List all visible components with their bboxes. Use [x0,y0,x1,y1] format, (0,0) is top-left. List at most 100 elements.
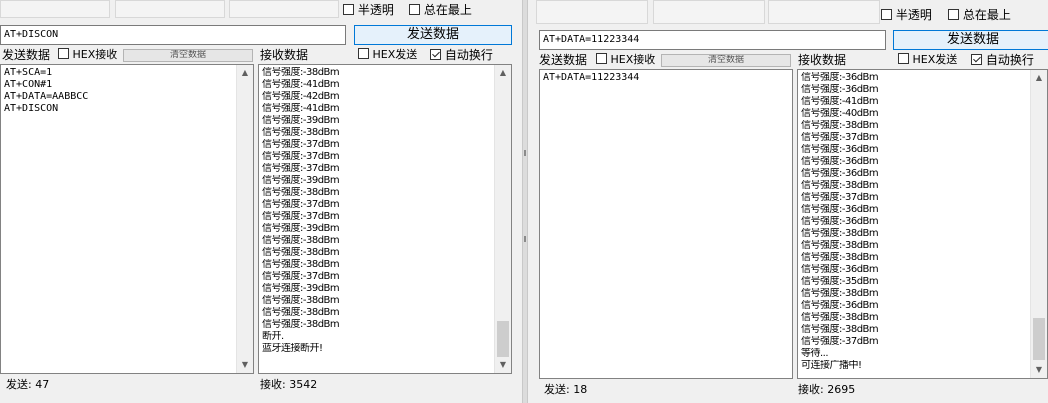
recv-log-line: 等待... [801,348,829,359]
hex-send-checkbox[interactable] [898,53,909,64]
scroll-thumb[interactable] [497,321,509,357]
recv-log-line: 信号强度:-37dBm [801,192,879,203]
scroll-up-icon[interactable]: ▲ [1031,70,1047,86]
recv-log-line: 信号强度:-36dBm [801,204,879,215]
translucent-checkbox[interactable] [881,9,892,20]
scroll-up-icon[interactable]: ▲ [237,65,253,81]
recv-log-line: 信号强度:-38dBm [262,259,340,270]
recv-log-line: 信号强度:-38dBm [801,312,879,323]
recv-log-line: 信号强度:-36dBm [801,156,879,167]
send-input[interactable]: AT+DISCON [0,25,346,45]
scroll-thumb[interactable] [1033,318,1045,360]
recv-log-box[interactable]: 信号强度:-36dBm 信号强度:-36dBm 信号强度:-41dBm 信号强度:-4… [797,69,1048,379]
hex-send-option[interactable]: HEX发送 [358,48,417,62]
recv-log-line: 信号强度:-39dBm [262,175,340,186]
recv-log-line: 蓝牙连接断开! [262,343,323,354]
auto-wrap-option[interactable]: 自动换行 [430,48,493,62]
recv-log-line: 信号强度:-41dBm [262,79,340,90]
hex-send-label: HEX发送 [912,53,958,66]
hex-send-checkbox[interactable] [358,48,369,59]
auto-wrap-checkbox[interactable] [971,54,982,65]
toolbar-slot-1[interactable] [0,0,110,18]
recv-log-line: 信号强度:-38dBm [262,235,340,246]
recv-log-line: 信号强度:-38dBm [262,295,340,306]
divider-grip-mark [524,236,526,242]
recv-log-line: 信号强度:-38dBm [262,67,340,78]
topmost-checkbox[interactable] [409,4,420,15]
toolbar-slot-2[interactable] [115,0,225,18]
auto-wrap-option[interactable]: 自动换行 [971,53,1034,67]
translucent-checkbox[interactable] [343,4,354,15]
recv-log-scrollbar[interactable]: ▲ ▼ [1030,70,1047,378]
recv-log-line: 信号强度:-36dBm [801,168,879,179]
hex-send-option[interactable]: HEX发送 [898,53,957,67]
recv-log-line: 信号强度:-38dBm [801,324,879,335]
recv-log-box[interactable]: 信号强度:-38dBm 信号强度:-41dBm 信号强度:-42dBm 信号强度:-4… [258,64,512,374]
scroll-down-icon[interactable]: ▼ [1031,362,1047,378]
topmost-option[interactable]: 总在最上 [948,8,1011,22]
translucent-label: 半透明 [895,8,932,22]
status-recv-count: 接收: 2695 [798,383,856,396]
left-serial-window: 半透明 总在最上 AT+DISCON 发送数据 发送数据 HEX接收 清空数据 … [0,0,522,403]
recv-log-line: 信号强度:-37dBm [801,336,879,347]
recv-log-line: 信号强度:-42dBm [262,91,340,102]
recv-log-lines: 信号强度:-36dBm 信号强度:-36dBm 信号强度:-41dBm 信号强度:-4… [801,72,1027,372]
topmost-checkbox[interactable] [948,9,959,20]
status-sent-count: 发送: 18 [544,383,588,396]
recv-log-line: 信号强度:-38dBm [801,240,879,251]
recv-log-line: 断开. [262,331,284,342]
send-log-box[interactable]: AT+SCA=1 AT+CON#1 AT+DATA=AABBCC AT+DISCON … [0,64,254,374]
scroll-down-icon[interactable]: ▼ [237,357,253,373]
scroll-up-icon[interactable]: ▲ [495,65,511,81]
recv-log-line: 信号强度:-37dBm [262,211,340,222]
recv-log-line: 信号强度:-39dBm [262,115,340,126]
send-log-lines: AT+DATA=11223344 [543,72,772,84]
hex-recv-checkbox[interactable] [58,48,69,59]
recv-log-scrollbar[interactable]: ▲ ▼ [494,65,511,373]
recv-log-line: 可连接广播中! [801,360,862,371]
recv-log-line: 信号强度:-39dBm [262,223,340,234]
recv-log-line: 信号强度:-37dBm [262,139,340,150]
recv-data-label: 接收数据 [260,48,309,62]
hex-recv-label: HEX接收 [610,53,656,66]
recv-log-line: 信号强度:-38dBm [801,228,879,239]
recv-log-line: 信号强度:-36dBm [801,84,879,95]
scroll-down-icon[interactable]: ▼ [495,357,511,373]
clear-data-button[interactable]: 清空数据 [661,54,791,67]
recv-log-line: 信号强度:-38dBm [262,187,340,198]
send-button[interactable]: 发送数据 [354,25,512,45]
recv-log-line: 信号强度:-37dBm [262,151,340,162]
translucent-option[interactable]: 半透明 [343,3,394,17]
recv-log-line: 信号强度:-36dBm [801,216,879,227]
recv-log-line: 信号强度:-38dBm [801,252,879,263]
recv-log-line: 信号强度:-40dBm [801,108,879,119]
send-data-label: 发送数据 [539,53,588,67]
send-input[interactable]: AT+DATA=11223344 [539,30,886,50]
hex-recv-option[interactable]: HEX接收 [58,48,117,62]
toolbar-slot-3[interactable] [229,0,339,18]
send-button[interactable]: 发送数据 [893,30,1048,50]
recv-log-line: 信号强度:-39dBm [262,283,340,294]
recv-log-line: 信号强度:-37dBm [262,163,340,174]
toolbar-slot-3[interactable] [768,0,880,24]
recv-log-line: 信号强度:-38dBm [262,127,340,138]
right-serial-window: 半透明 总在最上 AT+DATA=11223344 发送数据 发送数据 HEX接… [528,0,1048,403]
send-data-label: 发送数据 [2,48,51,62]
auto-wrap-checkbox[interactable] [430,49,441,60]
send-log-scrollbar[interactable]: ▲ ▼ [236,65,253,373]
status-sent-count: 发送: 47 [6,378,50,391]
toolbar-slot-1[interactable] [536,0,648,24]
recv-log-line: 信号强度:-38dBm [801,180,879,191]
toolbar-slot-2[interactable] [653,0,765,24]
recv-log-line: 信号强度:-38dBm [262,319,340,330]
translucent-option[interactable]: 半透明 [881,8,932,22]
recv-log-line: 信号强度:-36dBm [801,300,879,311]
hex-recv-checkbox[interactable] [596,53,607,64]
send-log-box[interactable]: AT+DATA=11223344 [539,69,793,379]
topmost-option[interactable]: 总在最上 [409,3,472,17]
recv-log-line: 信号强度:-41dBm [262,103,340,114]
send-log-line: AT+SCA=1 [4,67,53,78]
clear-data-button[interactable]: 清空数据 [123,49,253,62]
hex-recv-option[interactable]: HEX接收 [596,53,655,67]
auto-wrap-label: 自动换行 [985,53,1034,67]
